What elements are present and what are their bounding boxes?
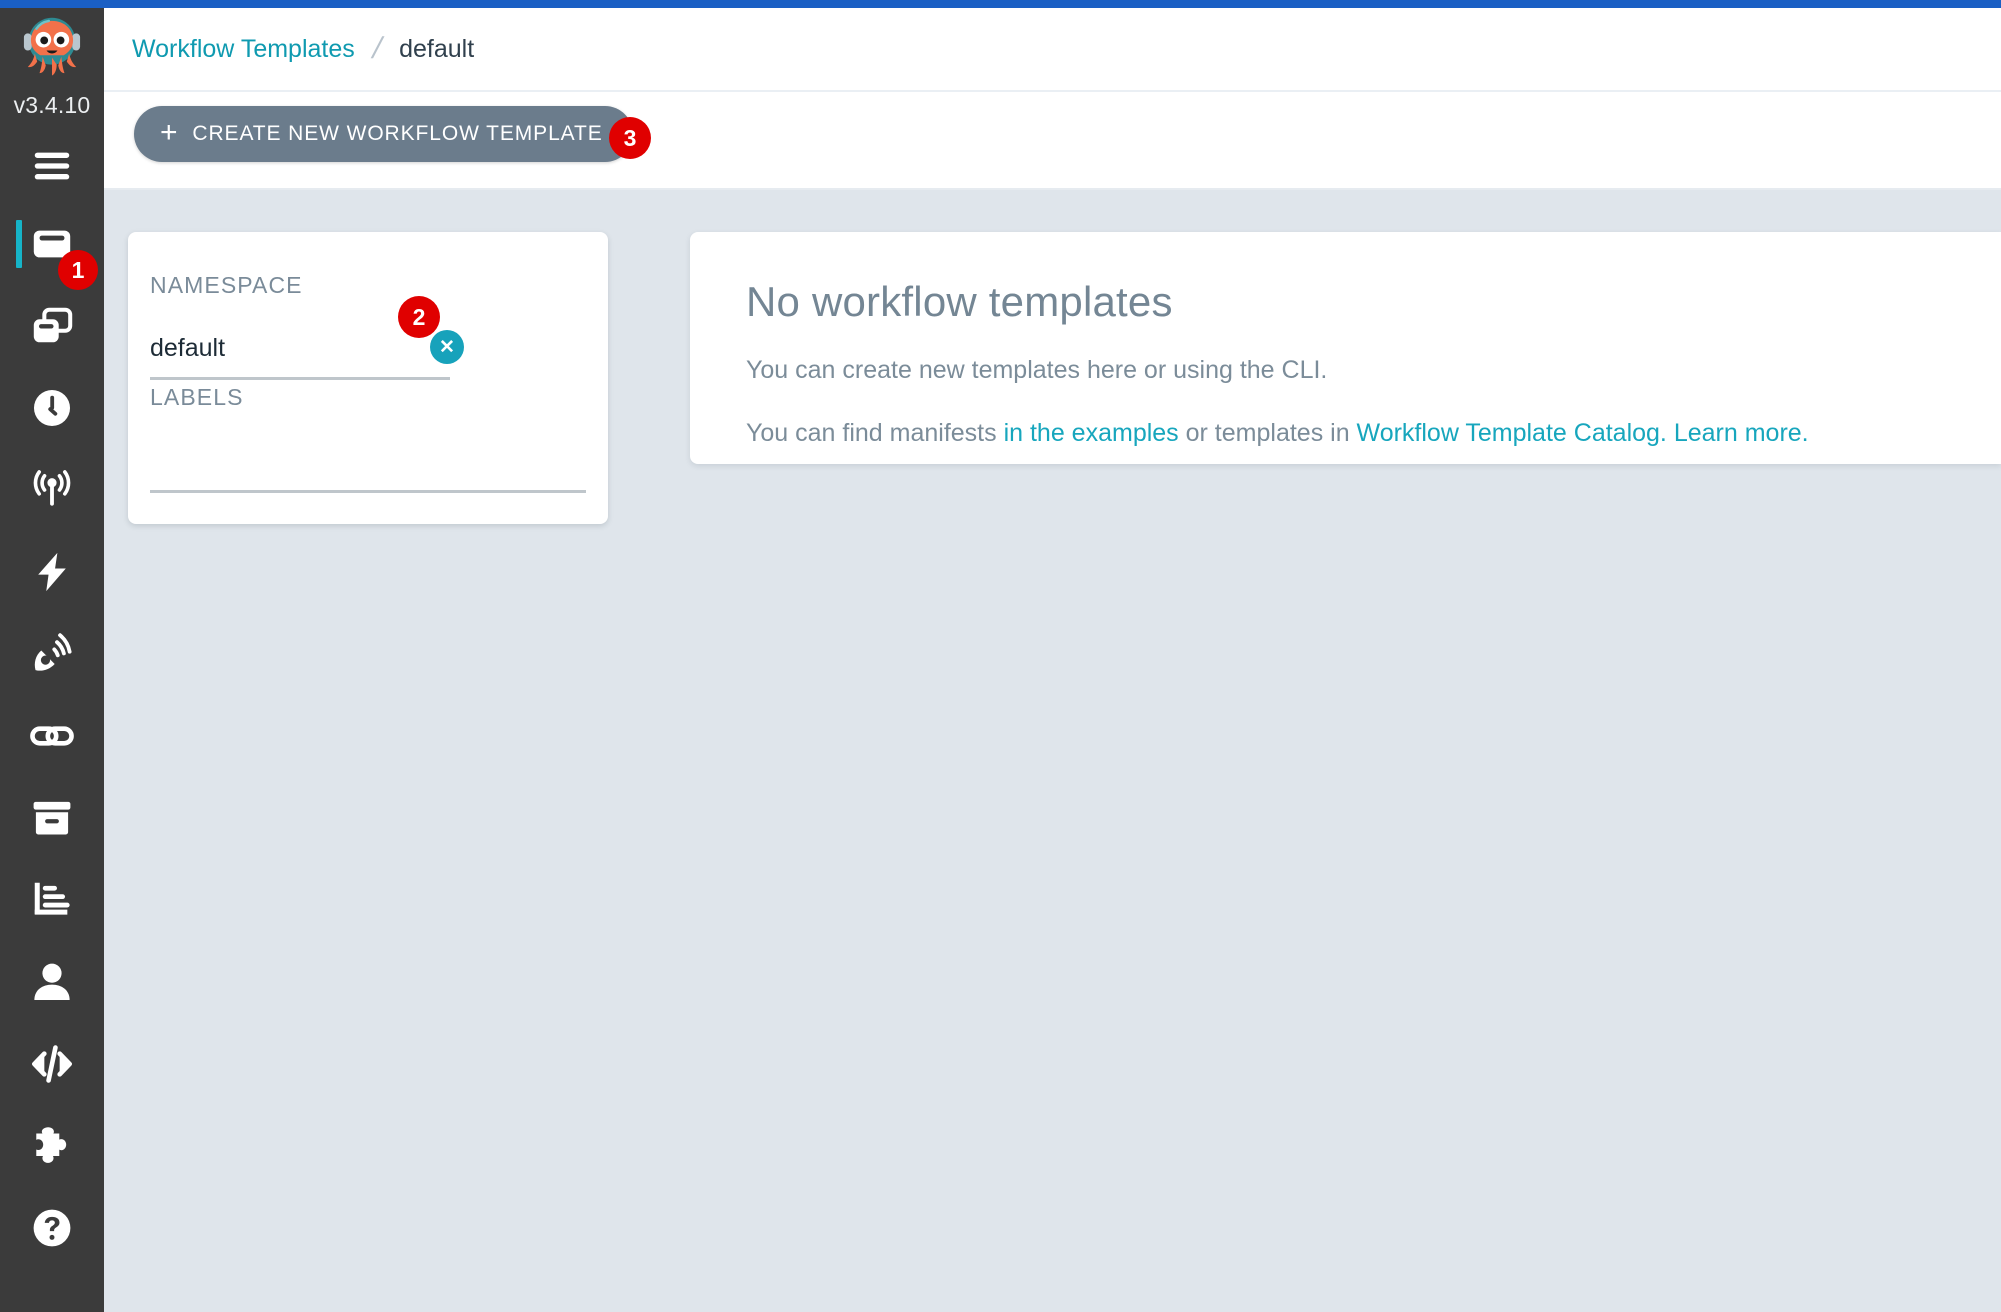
- sidebar-item-event-sources[interactable]: [0, 613, 104, 695]
- breadcrumb: Workflow Templates / default: [104, 32, 474, 66]
- create-button-label: CREATE NEW WORKFLOW TEMPLATE: [192, 122, 603, 145]
- user-icon: [29, 959, 75, 1005]
- sidebar-item-plugins[interactable]: [0, 1105, 104, 1187]
- antenna-broadcast-icon: [29, 467, 75, 513]
- lightning-bolt-icon: [29, 549, 75, 595]
- breadcrumb-current: default: [399, 34, 475, 63]
- breadcrumb-link-workflow-templates[interactable]: Workflow Templates: [132, 35, 355, 64]
- content-root: Workflow Templates / default + CREATE NE…: [104, 8, 2001, 1312]
- namespace-input[interactable]: [150, 333, 450, 363]
- page-toolbar: + CREATE NEW WORKFLOW TEMPLATE: [104, 92, 2001, 190]
- labels-input[interactable]: [150, 442, 586, 486]
- empty-state-panel: No workflow templates You can create new…: [690, 232, 2001, 464]
- clock-icon: [29, 385, 75, 431]
- satellite-dish-icon: [29, 631, 75, 677]
- empty-state-title: No workflow templates: [746, 278, 1173, 325]
- namespace-clear-button[interactable]: ✕: [430, 330, 464, 364]
- labels-underline: [150, 490, 586, 493]
- namespace-underline: [150, 377, 450, 380]
- filters-card: NAMESPACE ✕ LABELS: [128, 232, 608, 524]
- puzzle-piece-icon: [29, 1123, 75, 1169]
- sidebar-item-archived-workflows[interactable]: [0, 777, 104, 859]
- left-sidebar: v3.4.10: [0, 0, 104, 1312]
- sidebar-item-pipelines[interactable]: [0, 695, 104, 777]
- sidebar-item-event-flow[interactable]: [0, 449, 104, 531]
- link-chain-icon: [29, 713, 75, 759]
- hamburger-icon: [29, 143, 75, 189]
- empty-state-line-2: You can find manifests in the examples o…: [746, 419, 1953, 448]
- top-accent-bar: [0, 0, 2001, 8]
- sidebar-item-reports[interactable]: [0, 859, 104, 941]
- breadcrumb-separator: /: [368, 32, 386, 65]
- workflow-templates-icon: [29, 303, 75, 349]
- marker-3: 3: [609, 117, 651, 159]
- sidebar-item-help[interactable]: [0, 1187, 104, 1269]
- sidebar-item-cron-workflows[interactable]: [0, 367, 104, 449]
- code-brackets-icon: [29, 1041, 75, 1087]
- plus-icon: +: [160, 115, 179, 149]
- question-circle-icon: [29, 1205, 75, 1251]
- empty-line2-middle: or templates in: [1178, 419, 1357, 447]
- marker-2: 2: [398, 296, 440, 338]
- close-x-icon: ✕: [439, 336, 455, 358]
- page-header: Workflow Templates / default: [104, 8, 2001, 92]
- empty-line2-space: [1667, 419, 1674, 447]
- marker-1: 1: [58, 250, 98, 290]
- examples-link[interactable]: in the examples: [1004, 419, 1179, 447]
- empty-state-line-1: You can create new templates here or usi…: [746, 356, 1328, 384]
- app-version: v3.4.10: [13, 92, 91, 118]
- sidebar-item-user[interactable]: [0, 941, 104, 1023]
- argo-octopus-logo[interactable]: [13, 10, 91, 88]
- sidebar-item-sensors[interactable]: [0, 531, 104, 613]
- workflow-template-catalog-link[interactable]: Workflow Template Catalog.: [1357, 419, 1667, 447]
- namespace-label: NAMESPACE: [150, 272, 303, 298]
- sidebar-item-workflow-templates[interactable]: [0, 285, 104, 367]
- sidebar-item-api-docs[interactable]: [0, 1023, 104, 1105]
- empty-line2-prefix: You can find manifests: [746, 419, 1004, 447]
- sidebar-item-menu-toggle[interactable]: [0, 129, 104, 203]
- app-root: v3.4.10 Workflow Templates / default + C…: [0, 0, 2001, 1312]
- bar-chart-icon: [29, 877, 75, 923]
- create-new-workflow-template-button[interactable]: + CREATE NEW WORKFLOW TEMPLATE: [134, 106, 633, 162]
- labels-label: LABELS: [150, 384, 244, 410]
- sidebar-nav-list: [0, 129, 104, 1269]
- page-body: NAMESPACE ✕ LABELS No workflow templates…: [104, 190, 2001, 1312]
- namespace-field-row: ✕: [150, 325, 586, 380]
- learn-more-link[interactable]: Learn more.: [1674, 419, 1809, 447]
- archive-box-icon: [29, 795, 75, 841]
